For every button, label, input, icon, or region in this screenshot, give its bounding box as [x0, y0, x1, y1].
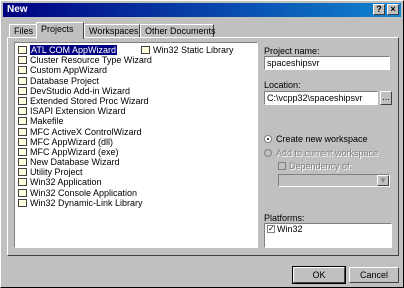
project-icon — [18, 198, 27, 207]
list-item[interactable]: Database Project — [17, 76, 152, 86]
tab-other-documents[interactable]: Other Documents — [140, 24, 216, 38]
list-item[interactable]: New Database Wizard — [17, 157, 152, 167]
window-title: New — [7, 4, 28, 15]
projects-panel: ATL COM AppWizard Cluster Resource Type … — [7, 37, 399, 256]
chevron-down-icon[interactable]: ▾ — [377, 175, 389, 186]
project-icon — [18, 158, 27, 167]
project-icon — [18, 147, 27, 156]
list-item[interactable]: Win32 Static Library — [140, 45, 234, 55]
list-item[interactable]: Win32 Dynamic-Link Library — [17, 198, 152, 208]
project-name-label: Project name: — [264, 46, 320, 56]
list-item[interactable]: Makefile — [17, 116, 152, 126]
dependency-select[interactable]: ▾ — [278, 174, 390, 187]
project-icon — [18, 46, 27, 54]
list-item[interactable]: MFC AppWizard (exe) — [17, 147, 152, 157]
project-icon — [18, 107, 27, 116]
dependency-label: Dependency of: — [289, 161, 353, 171]
list-item[interactable]: Extended Stored Proc Wizard — [17, 96, 152, 106]
ok-button[interactable]: OK — [292, 266, 346, 284]
title-bar[interactable]: New ? × — [3, 3, 401, 17]
platform-item[interactable]: ✓ Win32 — [267, 224, 391, 234]
list-item[interactable]: Cluster Resource Type Wizard — [17, 55, 152, 65]
list-item[interactable]: ATL COM AppWizard — [17, 45, 152, 55]
project-icon — [18, 96, 27, 105]
location-input[interactable]: C:\vcpp32\spaceshipsvr — [264, 91, 378, 105]
project-type-column-2: Win32 Static Library — [140, 45, 234, 55]
create-new-workspace-label: Create new workspace — [276, 134, 368, 144]
close-button[interactable]: × — [387, 4, 399, 15]
project-icon — [18, 168, 27, 177]
platform-checkbox[interactable]: ✓ — [267, 225, 275, 233]
cancel-button[interactable]: Cancel — [349, 267, 399, 283]
add-to-current-workspace-label: Add to current workspace — [276, 148, 379, 158]
list-item[interactable]: Win32 Console Application — [17, 188, 152, 198]
list-item[interactable]: MFC ActiveX ControlWizard — [17, 127, 152, 137]
project-icon — [18, 178, 27, 187]
platforms-list[interactable]: ✓ Win32 — [264, 223, 392, 248]
list-item[interactable]: MFC AppWizard (dll) — [17, 137, 152, 147]
project-type-column-1: ATL COM AppWizard Cluster Resource Type … — [17, 45, 152, 208]
project-name-input[interactable]: spaceshipsvr — [264, 56, 390, 70]
project-icon — [18, 66, 27, 75]
project-icon — [18, 117, 27, 126]
project-icon — [18, 56, 27, 65]
project-icon — [18, 86, 27, 95]
project-icon — [18, 76, 27, 85]
add-to-current-workspace-radio[interactable] — [264, 149, 272, 157]
project-icon — [18, 127, 27, 136]
platform-label: Win32 — [277, 224, 303, 234]
browse-button[interactable]: ... — [380, 91, 392, 105]
project-icon — [18, 188, 27, 197]
project-type-list[interactable]: ATL COM AppWizard Cluster Resource Type … — [14, 42, 258, 248]
list-item[interactable]: Utility Project — [17, 167, 152, 177]
list-item[interactable]: Win32 Application — [17, 177, 152, 187]
project-icon — [141, 46, 150, 54]
tab-files[interactable]: Files — [9, 24, 37, 38]
project-icon — [18, 137, 27, 146]
list-item[interactable]: ISAPI Extension Wizard — [17, 106, 152, 116]
location-label: Location: — [264, 80, 301, 90]
platforms-label: Platforms: — [264, 213, 305, 223]
create-new-workspace-radio[interactable] — [264, 135, 272, 143]
tab-workspaces[interactable]: Workspaces — [84, 24, 140, 38]
help-button[interactable]: ? — [373, 4, 385, 15]
list-item[interactable]: DevStudio Add-in Wizard — [17, 86, 152, 96]
dependency-checkbox[interactable] — [278, 162, 286, 170]
new-dialog: New ? × Files Projects Workspaces Other … — [0, 0, 404, 288]
list-item[interactable]: Custom AppWizard — [17, 65, 152, 75]
tab-projects[interactable]: Projects — [36, 22, 84, 39]
